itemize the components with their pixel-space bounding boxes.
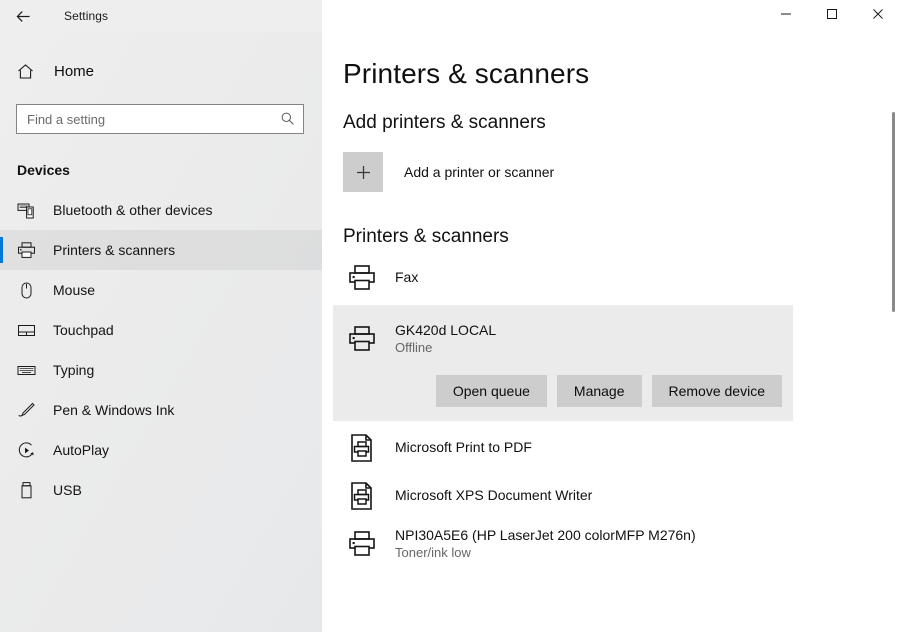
printer-name: GK420d LOCAL bbox=[395, 321, 497, 338]
printer-icon bbox=[343, 525, 381, 563]
sidebar-nav-list: Bluetooth & other devices Printers & sca… bbox=[0, 190, 322, 510]
printer-list-item[interactable]: Fax bbox=[322, 254, 901, 302]
printer-name: NPI30A5E6 (HP LaserJet 200 colorMFP M276… bbox=[395, 526, 696, 543]
printer-icon bbox=[343, 320, 381, 358]
sidebar-item-pen-windows-ink[interactable]: Pen & Windows Ink bbox=[0, 390, 322, 430]
printer-icon bbox=[343, 259, 381, 297]
printer-info: NPI30A5E6 (HP LaserJet 200 colorMFP M276… bbox=[395, 527, 696, 562]
printer-action-buttons: Open queue Manage Remove device bbox=[333, 375, 793, 407]
printer-info: Microsoft XPS Document Writer bbox=[395, 487, 592, 505]
bluetooth-devices-icon bbox=[17, 201, 39, 220]
main-content: Printers & scanners Add printers & scann… bbox=[322, 32, 901, 632]
printer-info: Fax bbox=[395, 269, 418, 287]
close-icon bbox=[872, 7, 884, 25]
printer-name: Microsoft Print to PDF bbox=[395, 439, 532, 456]
window-controls bbox=[322, 0, 901, 32]
close-button[interactable] bbox=[855, 0, 901, 32]
document-printer-icon bbox=[343, 477, 381, 515]
printer-status: Offline bbox=[395, 340, 433, 356]
sidebar: Home Devices bbox=[0, 32, 322, 632]
sidebar-item-label: Pen & Windows Ink bbox=[53, 402, 175, 418]
plus-icon bbox=[343, 152, 383, 192]
sidebar-item-label: AutoPlay bbox=[53, 442, 110, 458]
manage-button[interactable]: Manage bbox=[556, 375, 642, 407]
printer-icon bbox=[17, 241, 39, 260]
maximize-icon bbox=[826, 7, 838, 25]
touchpad-icon bbox=[17, 321, 39, 340]
sidebar-item-label: Bluetooth & other devices bbox=[53, 202, 213, 218]
sidebar-item-bluetooth[interactable]: Bluetooth & other devices bbox=[0, 190, 322, 230]
autoplay-icon bbox=[17, 441, 39, 460]
printer-name: Fax bbox=[395, 269, 419, 286]
sidebar-item-autoplay[interactable]: AutoPlay bbox=[0, 430, 322, 470]
sidebar-item-label: Touchpad bbox=[53, 322, 114, 338]
sidebar-item-label: Printers & scanners bbox=[53, 242, 176, 258]
printers-list: Fax GK420d LOCAL Offline Open queue Mana… bbox=[322, 254, 901, 568]
printer-list-item[interactable]: NPI30A5E6 (HP LaserJet 200 colorMFP M276… bbox=[322, 520, 901, 568]
maximize-button[interactable] bbox=[809, 0, 855, 32]
printer-info: Microsoft Print to PDF bbox=[395, 439, 532, 457]
sidebar-home-label: Home bbox=[54, 62, 95, 80]
app-title: Settings bbox=[64, 9, 109, 23]
mouse-icon bbox=[17, 281, 39, 300]
sidebar-item-home[interactable]: Home bbox=[0, 52, 322, 90]
printer-list-item-selected[interactable]: GK420d LOCAL Offline Open queue Manage R… bbox=[333, 305, 793, 421]
sidebar-item-mouse[interactable]: Mouse bbox=[0, 270, 322, 310]
window-titlebar: Settings bbox=[0, 0, 901, 32]
minimize-icon bbox=[780, 7, 792, 25]
sidebar-item-label: Mouse bbox=[53, 282, 96, 298]
search-icon bbox=[280, 111, 295, 126]
sidebar-item-label: Typing bbox=[53, 362, 95, 378]
printer-row: GK420d LOCAL Offline bbox=[333, 317, 793, 361]
sidebar-item-touchpad[interactable]: Touchpad bbox=[0, 310, 322, 350]
page-title: Printers & scanners bbox=[343, 58, 590, 89]
printer-list-item[interactable]: Microsoft Print to PDF bbox=[322, 424, 901, 472]
pen-icon bbox=[17, 401, 39, 420]
printer-status: Toner/ink low bbox=[395, 545, 471, 561]
sidebar-item-printers-scanners[interactable]: Printers & scanners bbox=[0, 230, 322, 270]
titlebar-left-region: Settings bbox=[0, 0, 322, 32]
minimize-button[interactable] bbox=[763, 0, 809, 32]
open-queue-button[interactable]: Open queue bbox=[435, 375, 547, 407]
remove-device-button[interactable]: Remove device bbox=[651, 375, 782, 407]
printers-list-heading: Printers & scanners bbox=[343, 226, 509, 247]
add-printer-label: Add a printer or scanner bbox=[404, 164, 555, 180]
sidebar-item-usb[interactable]: USB bbox=[0, 470, 322, 510]
sidebar-item-typing[interactable]: Typing bbox=[0, 350, 322, 390]
printer-info: GK420d LOCAL Offline bbox=[395, 322, 496, 357]
sidebar-item-label: USB bbox=[53, 482, 82, 498]
back-arrow-icon bbox=[15, 8, 32, 25]
printer-list-item[interactable]: Microsoft XPS Document Writer bbox=[322, 472, 901, 520]
settings-window: Settings Home Find a setting Devices Blu… bbox=[0, 0, 901, 632]
add-section-heading: Add printers & scanners bbox=[343, 112, 546, 133]
document-printer-icon bbox=[343, 429, 381, 467]
home-icon bbox=[16, 62, 40, 81]
back-button[interactable] bbox=[0, 0, 46, 32]
usb-icon bbox=[17, 481, 39, 500]
sidebar-section-title: Devices bbox=[17, 162, 70, 178]
search-box[interactable] bbox=[16, 104, 304, 134]
vertical-scrollbar[interactable] bbox=[885, 32, 901, 632]
add-printer-or-scanner-button[interactable]: Add a printer or scanner bbox=[343, 152, 673, 192]
keyboard-icon bbox=[17, 361, 39, 380]
printer-name: Microsoft XPS Document Writer bbox=[395, 487, 593, 504]
search-input[interactable] bbox=[17, 106, 267, 132]
scrollbar-thumb[interactable] bbox=[892, 112, 895, 312]
